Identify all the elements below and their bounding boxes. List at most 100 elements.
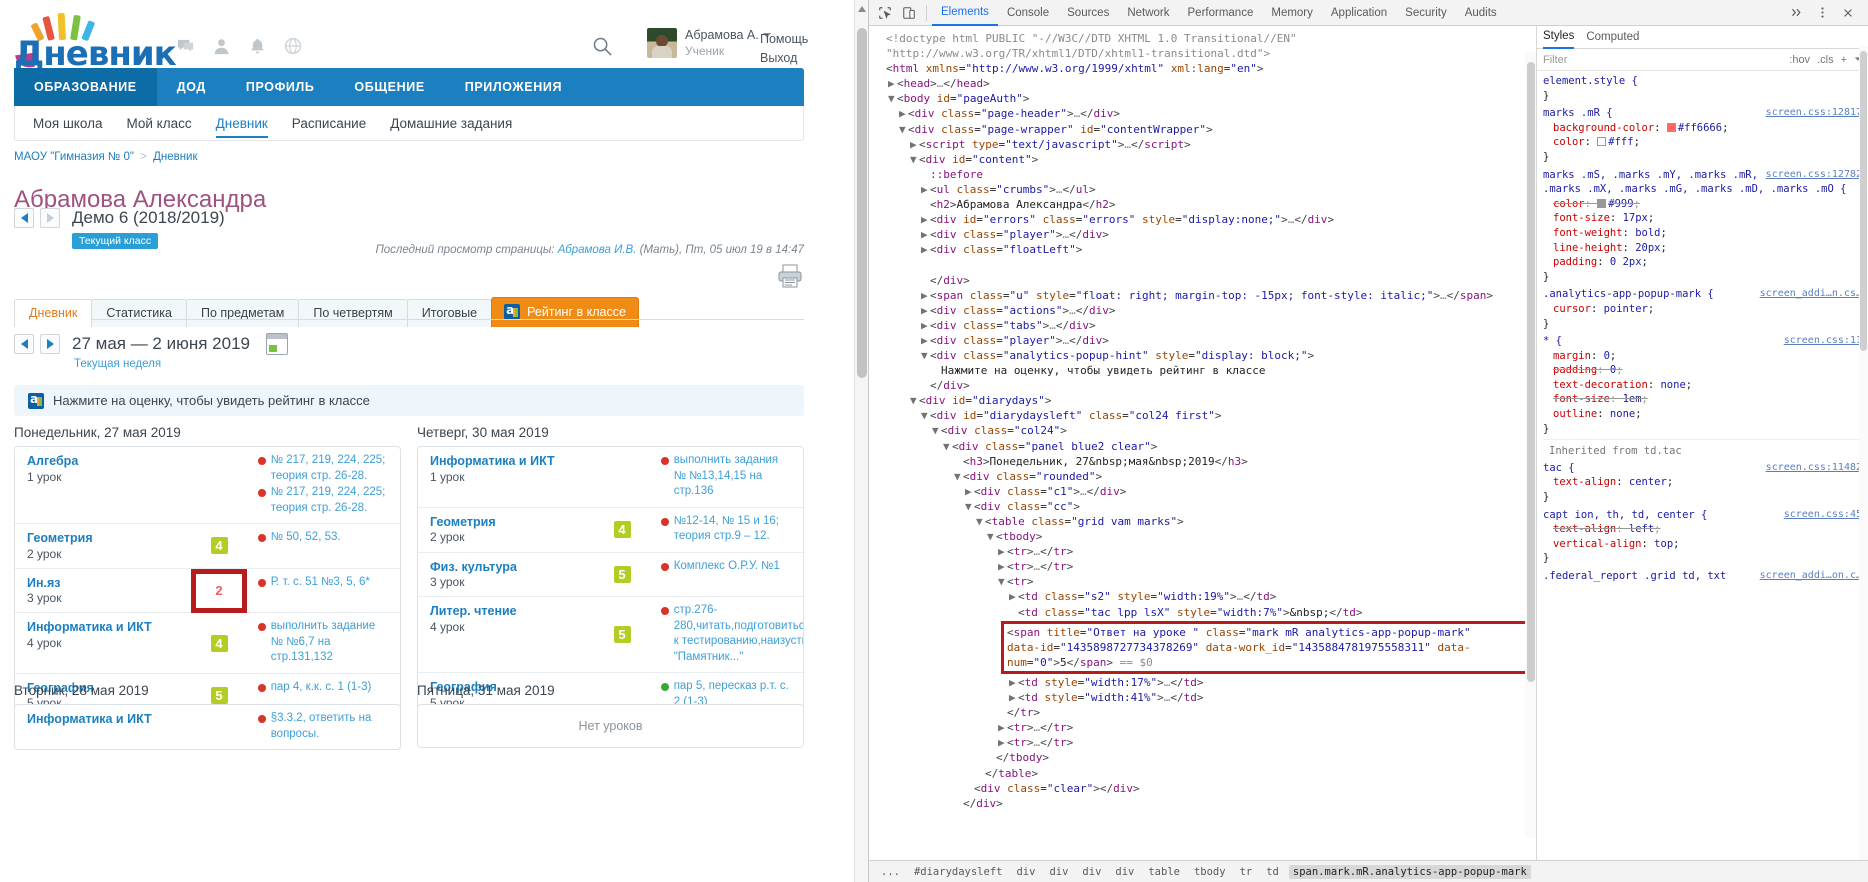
- style-declaration[interactable]: font-size: 1em;: [1543, 392, 1862, 407]
- dom-line[interactable]: ▶ <div class="player">…</div>: [873, 227, 1536, 242]
- dom-expand-arrow-icon[interactable]: [921, 167, 930, 182]
- dom-expand-arrow-icon[interactable]: ▶: [899, 106, 908, 121]
- dom-line[interactable]: <!doctype html PUBLIC "-//W3C//DTD XHTML…: [873, 31, 1536, 46]
- style-declaration[interactable]: padding: 0;: [1543, 363, 1862, 378]
- lesson-subject-link[interactable]: Физ. культура: [430, 560, 581, 576]
- dom-line[interactable]: ▶ <div class="c1">…</div>: [873, 484, 1536, 499]
- search-icon[interactable]: [592, 36, 614, 58]
- dom-line[interactable]: ▶ <tr>…</tr>: [873, 559, 1536, 574]
- selected-dom-node-highlight[interactable]: <span title="Ответ на уроке " class="mar…: [1001, 620, 1530, 674]
- style-rule-source[interactable]: screen.css:45: [1784, 508, 1862, 523]
- devtools-tab-elements[interactable]: Elements: [932, 0, 998, 26]
- notifications-icon[interactable]: [247, 36, 267, 56]
- dom-line[interactable]: Нажмите на оценку, чтобы увидеть рейтинг…: [873, 363, 1536, 378]
- dom-expand-arrow-icon[interactable]: [932, 363, 941, 378]
- scroll-up-arrow-icon[interactable]: [858, 6, 866, 12]
- dom-expand-arrow-icon[interactable]: [954, 454, 963, 469]
- style-declaration[interactable]: background-color: #ff6666;: [1543, 121, 1862, 136]
- homework-text[interactable]: № 50, 52, 53.: [271, 530, 341, 546]
- dom-breadcrumb-item-1[interactable]: #diarydaysleft: [910, 865, 1007, 879]
- dom-expand-arrow-icon[interactable]: ▶: [888, 76, 897, 91]
- dom-expand-arrow-icon[interactable]: [965, 781, 974, 796]
- style-rule-source[interactable]: screen_addi…n.cs…: [1760, 287, 1862, 302]
- help-link[interactable]: Помощь: [760, 30, 808, 49]
- dom-line[interactable]: </div>: [873, 378, 1536, 393]
- dom-expand-arrow-icon[interactable]: ▼: [910, 152, 919, 167]
- style-declaration[interactable]: text-align: center;: [1543, 475, 1862, 490]
- diary-tab-1[interactable]: Статистика: [91, 299, 187, 327]
- style-rule-source[interactable]: screen.css:11: [1784, 334, 1862, 349]
- homework-text[interactable]: № 217, 219, 224, 225; теория стр. 26-28.: [271, 485, 390, 516]
- scrollbar-thumb[interactable]: [857, 28, 867, 378]
- dom-line[interactable]: ▶ <tr>…</tr>: [873, 720, 1536, 735]
- dom-line[interactable]: num="0">5</span> == $0: [1007, 655, 1524, 670]
- style-declaration[interactable]: font-size: 17px;: [1543, 211, 1862, 226]
- dom-expand-arrow-icon[interactable]: [877, 46, 886, 61]
- styles-filter-input[interactable]: Filter: [1543, 54, 1782, 66]
- dom-expand-arrow-icon[interactable]: ▼: [965, 499, 974, 514]
- subnav-item-4[interactable]: Домашние задания: [390, 106, 512, 141]
- dom-expand-arrow-icon[interactable]: ▶: [921, 242, 930, 257]
- style-declaration[interactable]: margin: 0;: [1543, 349, 1862, 364]
- style-rule-source[interactable]: screen.css:12782: [1766, 168, 1862, 183]
- devtools-tab-console[interactable]: Console: [998, 0, 1058, 26]
- subnav-item-2[interactable]: Дневник: [215, 106, 268, 141]
- dom-breadcrumb-item-4[interactable]: div: [1078, 865, 1105, 879]
- dom-tree-panel[interactable]: <!doctype html PUBLIC "-//W3C//DTD XHTML…: [869, 26, 1537, 860]
- dom-expand-arrow-icon[interactable]: ▼: [987, 529, 996, 544]
- dom-line[interactable]: ▶ <script type="text/javascript">…</scrip…: [873, 137, 1536, 152]
- dom-scrollbar[interactable]: [1525, 52, 1536, 838]
- dom-expand-arrow-icon[interactable]: [921, 378, 930, 393]
- dom-line[interactable]: </div>: [873, 796, 1536, 811]
- devtools-tab-sources[interactable]: Sources: [1058, 0, 1118, 26]
- mainnav-item-0[interactable]: ОБРАЗОВАНИЕ: [14, 68, 157, 106]
- contacts-icon[interactable]: [211, 36, 231, 56]
- dom-line[interactable]: ▶ <div id="errors" class="errors" style="…: [873, 212, 1536, 227]
- prev-week-button[interactable]: [14, 334, 34, 354]
- inherited-style-rule-1[interactable]: screen.css:45 capt ion, th, td, center {t…: [1543, 508, 1862, 566]
- dom-line[interactable]: ▼ <div class="rounded">: [873, 469, 1536, 484]
- next-week-button[interactable]: [40, 334, 60, 354]
- style-declaration[interactable]: font-weight: bold;: [1543, 226, 1862, 241]
- dom-line[interactable]: ▼ <div class="panel blue2 clear">: [873, 439, 1536, 454]
- dom-line[interactable]: <h2>Абрамова Александра</h2>: [873, 197, 1536, 212]
- dom-breadcrumb-item-7[interactable]: tbody: [1190, 865, 1230, 879]
- dom-line[interactable]: ▼ <div class="analytics-popup-hint" style…: [873, 348, 1536, 363]
- mainnav-item-1[interactable]: ДОД: [157, 68, 226, 106]
- dom-line[interactable]: ▶ <ul class="crumbs">…</ul>: [873, 182, 1536, 197]
- globe-icon[interactable]: [283, 36, 303, 56]
- dom-breadcrumb-item-5[interactable]: div: [1111, 865, 1138, 879]
- calendar-icon[interactable]: [266, 333, 288, 355]
- dom-line[interactable]: <span title="Ответ на уроке " class="mar…: [1007, 625, 1524, 640]
- style-rule-source[interactable]: screen.css:11482: [1766, 461, 1862, 476]
- dom-scrollbar-thumb[interactable]: [1527, 62, 1535, 682]
- devtools-tab-performance[interactable]: Performance: [1179, 0, 1263, 26]
- style-rule-1[interactable]: screen.css:12817 marks .mR {background-co…: [1543, 106, 1862, 164]
- lesson-mark[interactable]: 4: [613, 521, 631, 539]
- style-declaration[interactable]: line-height: 20px;: [1543, 241, 1862, 256]
- dom-expand-arrow-icon[interactable]: ▼: [888, 91, 897, 106]
- devtools-tab-memory[interactable]: Memory: [1262, 0, 1322, 26]
- style-declaration[interactable]: text-align: left;: [1543, 522, 1862, 537]
- dom-line[interactable]: ▼ <tr>: [873, 574, 1536, 589]
- dom-breadcrumb-item-10[interactable]: span.mark.mR.analytics-app-popup-mark: [1288, 864, 1531, 879]
- dom-expand-arrow-icon[interactable]: [976, 766, 985, 781]
- dom-expand-arrow-icon[interactable]: ▶: [998, 559, 1007, 574]
- style-declaration[interactable]: vertical-align: top;: [1543, 537, 1862, 552]
- mainnav-item-2[interactable]: ПРОФИЛЬ: [226, 68, 335, 106]
- lesson-subject-link[interactable]: Информатика и ИКТ: [27, 712, 178, 728]
- dom-expand-arrow-icon[interactable]: ▶: [921, 212, 930, 227]
- dom-expand-arrow-icon[interactable]: [877, 31, 886, 46]
- current-week-link[interactable]: Текущая неделя: [74, 358, 161, 370]
- dom-expand-arrow-icon[interactable]: [921, 257, 930, 272]
- style-declaration[interactable]: padding: 0 2px;: [1543, 255, 1862, 270]
- close-icon[interactable]: [1836, 2, 1860, 24]
- dom-line[interactable]: ▼ <div class="col24">: [873, 423, 1536, 438]
- dom-line[interactable]: </tr>: [873, 705, 1536, 720]
- style-declaration[interactable]: outline: none;: [1543, 407, 1862, 422]
- breadcrumb-school[interactable]: МАОУ "Гимназия № 0": [14, 151, 134, 163]
- style-rule-0[interactable]: element.style {}: [1543, 74, 1862, 103]
- diary-tab-4[interactable]: Итоговые: [406, 299, 493, 327]
- kebab-menu-icon[interactable]: [1810, 2, 1834, 24]
- dom-expand-arrow-icon[interactable]: [1009, 605, 1018, 620]
